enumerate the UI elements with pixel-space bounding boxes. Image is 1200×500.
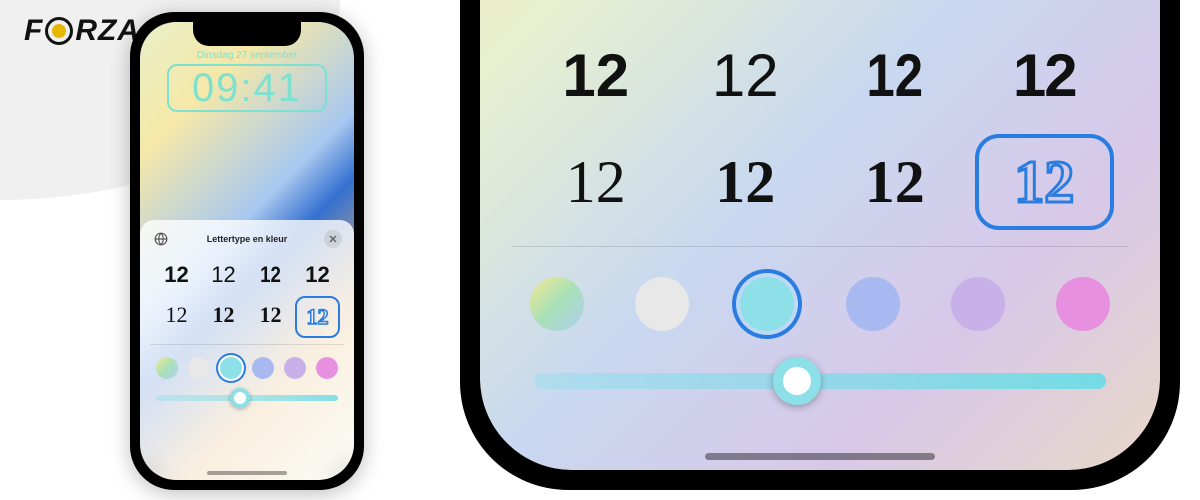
color-swatch-2[interactable] bbox=[220, 357, 242, 379]
color-swatch-5[interactable] bbox=[316, 357, 338, 379]
font-option-cond[interactable]: 12 bbox=[835, 28, 954, 124]
font-option-slab[interactable]: 12 bbox=[248, 296, 293, 338]
font-option-outline[interactable]: 12 bbox=[975, 134, 1115, 230]
lockscreen-header: Dinsdag 27 september 09:41 bbox=[140, 50, 354, 112]
font-option-stencil[interactable]: 12 bbox=[295, 256, 340, 294]
divider bbox=[150, 344, 344, 345]
color-swatch-2[interactable] bbox=[740, 277, 794, 331]
close-icon[interactable]: ✕ bbox=[324, 230, 342, 248]
color-swatch-5[interactable] bbox=[1056, 277, 1110, 331]
sheet-title: Lettertype en kleur bbox=[207, 234, 288, 244]
font-option-serif-bold[interactable]: 12 bbox=[201, 296, 246, 338]
notch bbox=[193, 22, 301, 46]
font-option-thin[interactable]: 12 bbox=[676, 28, 816, 124]
font-option-slab[interactable]: 12 bbox=[825, 134, 965, 230]
lion-head-icon bbox=[45, 17, 73, 45]
font-option-serif-bold[interactable]: 12 bbox=[676, 134, 816, 230]
font-option-serif[interactable]: 12 bbox=[526, 134, 666, 230]
font-grid-zoom: 1212121212121212 bbox=[480, 28, 1160, 230]
globe-icon[interactable] bbox=[152, 230, 170, 248]
color-swatch-3[interactable] bbox=[252, 357, 274, 379]
iphone-screen: Dinsdag 27 september 09:41 Lettertype en… bbox=[140, 22, 354, 480]
font-option-serif[interactable]: 12 bbox=[154, 296, 199, 338]
font-color-sheet: Lettertype en kleur ✕ 1212121212121212 bbox=[140, 220, 354, 480]
slider-thumb-zoom[interactable] bbox=[773, 357, 821, 405]
font-option-bold[interactable]: 12 bbox=[526, 28, 666, 124]
color-row bbox=[150, 351, 344, 385]
logo-text-post: RZA bbox=[75, 14, 140, 48]
lockscreen-clock-box[interactable]: 09:41 bbox=[167, 64, 327, 112]
color-swatch-4[interactable] bbox=[951, 277, 1005, 331]
divider-zoom bbox=[512, 246, 1128, 247]
iphone-device-zoom: 1212121212121212 bbox=[460, 0, 1180, 490]
color-swatch-1[interactable] bbox=[635, 277, 689, 331]
font-option-cond[interactable]: 12 bbox=[251, 256, 289, 294]
lockscreen-time: 09:41 bbox=[169, 68, 325, 108]
font-option-outline[interactable]: 12 bbox=[295, 296, 340, 338]
slider-wrap-zoom bbox=[480, 345, 1160, 397]
home-indicator-zoom[interactable] bbox=[705, 453, 935, 460]
color-swatch-4[interactable] bbox=[284, 357, 306, 379]
sheet-header: Lettertype en kleur ✕ bbox=[150, 228, 344, 256]
size-slider-zoom[interactable] bbox=[534, 373, 1106, 389]
lockscreen-date: Dinsdag 27 september bbox=[140, 50, 354, 61]
color-swatch-1[interactable] bbox=[188, 357, 210, 379]
slider-wrap bbox=[150, 385, 344, 405]
color-swatch-0[interactable] bbox=[530, 277, 584, 331]
iphone-device-left: Dinsdag 27 september 09:41 Lettertype en… bbox=[130, 12, 364, 490]
font-option-bold[interactable]: 12 bbox=[154, 256, 199, 294]
color-row-zoom bbox=[480, 263, 1160, 345]
font-option-stencil[interactable]: 12 bbox=[975, 28, 1115, 124]
iphone-screen-zoom: 1212121212121212 bbox=[480, 0, 1160, 470]
home-indicator[interactable] bbox=[207, 471, 287, 475]
color-swatch-3[interactable] bbox=[846, 277, 900, 331]
font-grid: 1212121212121212 bbox=[150, 256, 344, 338]
color-swatch-0[interactable] bbox=[156, 357, 178, 379]
logo-text-pre: F bbox=[24, 14, 43, 48]
forza-logo: F RZA bbox=[24, 14, 140, 48]
size-slider[interactable] bbox=[156, 395, 338, 401]
slider-thumb[interactable] bbox=[230, 388, 250, 408]
font-option-thin[interactable]: 12 bbox=[201, 256, 246, 294]
